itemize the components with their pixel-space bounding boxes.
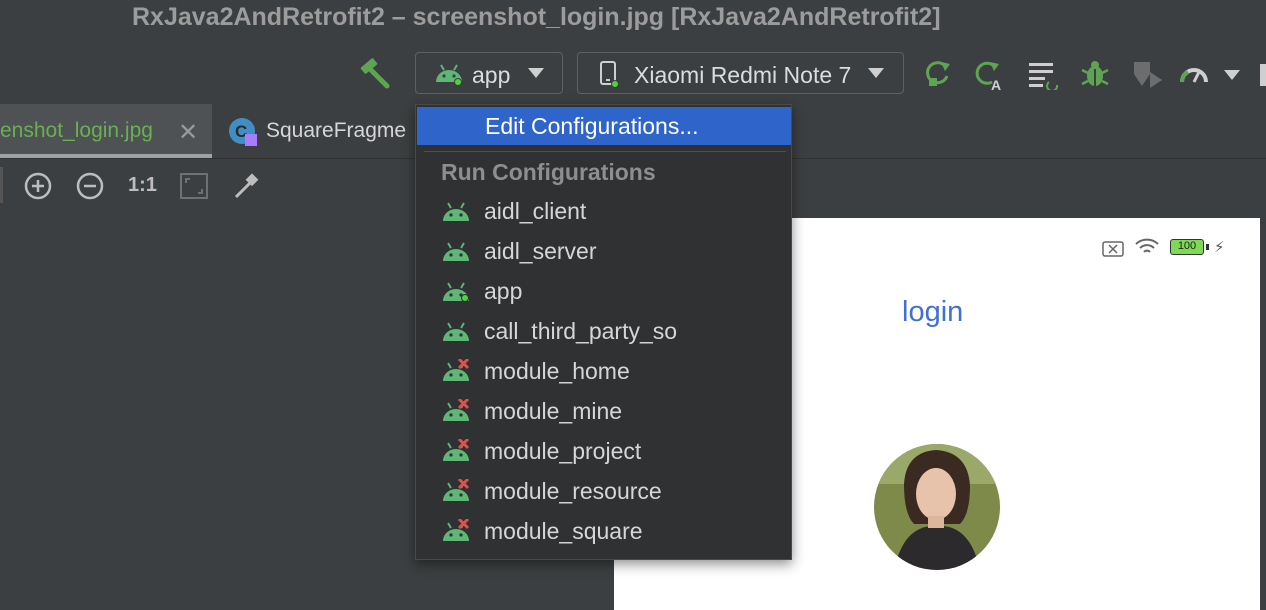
sync-icon[interactable] xyxy=(1027,60,1061,95)
more-icon[interactable] xyxy=(1260,64,1266,86)
run-config-item-app[interactable]: app xyxy=(416,272,791,312)
android-icon xyxy=(441,477,471,509)
run-config-dropdown: Edit Configurations... Run Configuration… xyxy=(415,104,792,560)
divider xyxy=(424,151,786,152)
window-title: RxJava2AndRetrofit2 – screenshot_login.j… xyxy=(132,3,941,31)
android-icon xyxy=(441,437,471,469)
chevron-down-icon xyxy=(868,68,884,78)
wifi-icon xyxy=(1134,237,1160,262)
zoom-out-icon[interactable] xyxy=(76,172,104,205)
android-icon xyxy=(434,63,464,91)
android-icon xyxy=(441,319,471,349)
run-config-item-module-resource[interactable]: module_resource xyxy=(416,472,791,512)
android-icon xyxy=(441,517,471,549)
hammer-icon[interactable] xyxy=(358,56,392,95)
zoom-in-icon[interactable] xyxy=(24,172,52,205)
close-icon[interactable]: ✕ xyxy=(178,118,198,147)
sim-off-icon xyxy=(1102,241,1124,262)
avatar xyxy=(874,444,1000,575)
run-config-combo[interactable]: app xyxy=(415,52,563,94)
run-config-item-label: module_square xyxy=(484,518,643,544)
login-title: login xyxy=(902,296,964,328)
run-config-item-aidl-client[interactable]: aidl_client xyxy=(416,192,791,232)
phone-icon xyxy=(598,60,620,94)
device-combo[interactable]: Xiaomi Redmi Note 7 xyxy=(577,52,904,94)
run-config-item-label: module_home xyxy=(484,358,630,384)
run-config-item-module-home[interactable]: module_home xyxy=(416,352,791,392)
run-config-item-label: module_project xyxy=(484,438,642,464)
android-icon xyxy=(441,239,471,269)
android-icon xyxy=(441,397,471,429)
profiler-icon[interactable] xyxy=(1178,60,1210,93)
run-config-item-module-square[interactable]: module_square xyxy=(416,512,791,552)
edit-configurations-item[interactable]: Edit Configurations... xyxy=(417,107,791,145)
edit-configurations-label: Edit Configurations... xyxy=(485,113,699,139)
chevron-down-icon xyxy=(528,68,544,78)
chevron-down-icon[interactable] xyxy=(1224,70,1240,80)
actual-size-icon[interactable]: 1:1 xyxy=(128,174,157,197)
active-tab-indicator xyxy=(0,154,212,158)
color-picker-icon[interactable] xyxy=(232,171,262,206)
run-config-item-label: call_third_party_so xyxy=(484,318,678,344)
svg-text:A: A xyxy=(991,77,1001,92)
run-config-label: app xyxy=(472,62,511,88)
run-config-item-label: app xyxy=(484,278,523,304)
run-config-item-label: aidl_client xyxy=(484,198,587,224)
device-label: Xiaomi Redmi Note 7 xyxy=(634,62,852,88)
android-icon xyxy=(441,279,471,309)
tab-label: enshot_login.jpg xyxy=(0,119,153,142)
apply-changes-icon[interactable] xyxy=(923,58,955,95)
attach-debugger-icon[interactable] xyxy=(1130,58,1164,97)
battery-tip xyxy=(1206,244,1209,250)
run-config-item-module-project[interactable]: module_project xyxy=(416,432,791,472)
android-icon xyxy=(441,357,471,389)
run-config-item-module-mine[interactable]: module_mine xyxy=(416,392,791,432)
battery-indicator: 100 xyxy=(1170,239,1204,255)
tab-square-fragment[interactable]: C SquareFragme xyxy=(212,104,415,158)
debug-icon[interactable] xyxy=(1079,58,1111,95)
run-config-item-label: aidl_server xyxy=(484,238,597,264)
run-configurations-header: Run Configurations xyxy=(441,159,656,185)
android-icon xyxy=(441,199,471,229)
run-config-item-label: module_resource xyxy=(484,478,662,504)
tab-screenshot-login[interactable]: enshot_login.jpg ✕ xyxy=(0,104,212,158)
run-config-item-label: module_mine xyxy=(484,398,623,424)
divider xyxy=(0,167,3,203)
main-toolbar: app Xiaomi Redmi Note 7 A xyxy=(0,38,1266,104)
charging-icon: ⚡ xyxy=(1214,239,1225,256)
run-config-item-aidl-server[interactable]: aidl_server xyxy=(416,232,791,272)
run-config-item-call-third-party-so[interactable]: call_third_party_so xyxy=(416,312,791,352)
fit-icon[interactable] xyxy=(180,173,208,204)
tab-label: SquareFragme xyxy=(266,119,407,142)
title-bar: RxJava2AndRetrofit2 – screenshot_login.j… xyxy=(0,0,1266,38)
apply-code-changes-icon[interactable]: A xyxy=(972,58,1006,97)
kotlin-class-icon: C xyxy=(228,117,258,152)
